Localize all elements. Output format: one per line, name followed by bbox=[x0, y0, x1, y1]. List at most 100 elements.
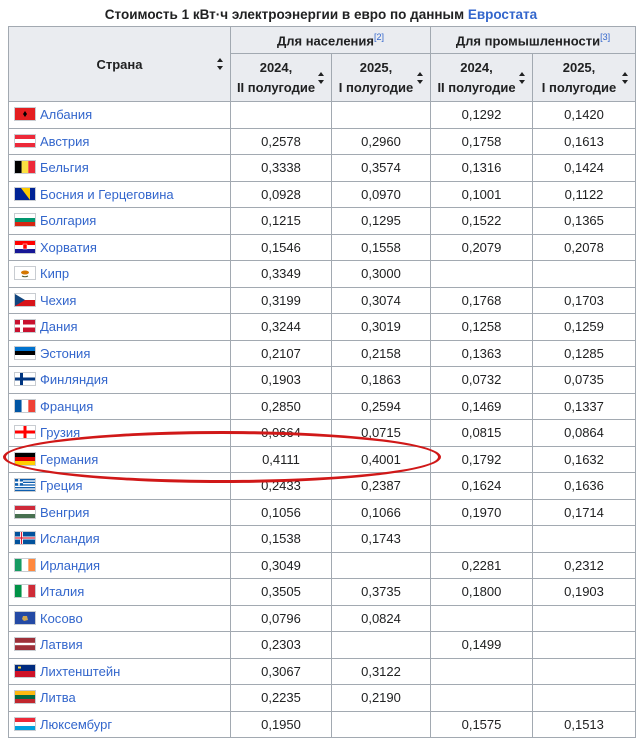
table-row: Франция 0,2850 0,2594 0,1469 0,1337 bbox=[8, 392, 637, 420]
sort-icon[interactable] bbox=[417, 71, 423, 84]
country-link[interactable]: Албания bbox=[40, 107, 92, 122]
country-link[interactable]: Ирландия bbox=[40, 558, 100, 573]
industry-2024-header[interactable]: 2024, II полугодие bbox=[430, 53, 533, 102]
households-2024-cell: 0,4111 bbox=[230, 445, 332, 473]
country-link[interactable]: Кипр bbox=[40, 266, 69, 281]
country-link[interactable]: Литва bbox=[40, 690, 76, 705]
table-row: Хорватия 0,1546 0,1558 0,2079 0,2078 bbox=[8, 233, 637, 261]
sort-icon[interactable] bbox=[217, 58, 223, 70]
country-cell: Косово bbox=[8, 604, 231, 632]
industry-2025-cell: 0,1714 bbox=[531, 498, 637, 526]
country-cell: Венгрия bbox=[8, 498, 231, 526]
households-2025-cell: 0,1558 bbox=[331, 233, 431, 261]
country-link[interactable]: Финляндия bbox=[40, 372, 108, 387]
households-2024-cell: 0,3244 bbox=[230, 313, 332, 341]
country-link[interactable]: Германия bbox=[40, 452, 98, 467]
country-link[interactable]: Косово bbox=[40, 611, 83, 626]
industry-2025-cell: 0,1903 bbox=[531, 578, 637, 606]
country-link[interactable]: Венгрия bbox=[40, 505, 89, 520]
industry-2024-cell: 0,1258 bbox=[430, 313, 533, 341]
households-2024-cell: 0,1903 bbox=[230, 366, 332, 394]
table-row: Эстония 0,2107 0,2158 0,1363 0,1285 bbox=[8, 339, 637, 367]
industry-2024-cell: 0,1292 bbox=[430, 101, 533, 129]
households-2025-cell: 0,3735 bbox=[331, 578, 431, 606]
table-row: Австрия 0,2578 0,2960 0,1758 0,1613 bbox=[8, 127, 637, 155]
country-column-header[interactable]: Страна bbox=[8, 26, 231, 102]
households-2024-cell: 0,2303 bbox=[230, 631, 332, 659]
households-2024-cell: 0,3067 bbox=[230, 657, 332, 685]
country-link[interactable]: Бельгия bbox=[40, 160, 89, 175]
households-2025-cell: 0,0824 bbox=[331, 604, 431, 632]
households-2025-header[interactable]: 2025, I полугодие bbox=[331, 53, 431, 102]
industry-2024-cell bbox=[430, 260, 533, 288]
households-2024-cell: 0,3505 bbox=[230, 578, 332, 606]
country-link[interactable]: Люксембург bbox=[40, 717, 112, 732]
flag-icon-al bbox=[14, 107, 36, 122]
households-2024-header[interactable]: 2024, II полугодие bbox=[230, 53, 332, 102]
sort-icon[interactable] bbox=[318, 71, 324, 84]
industry-2024-cell bbox=[430, 604, 533, 632]
sort-icon[interactable] bbox=[519, 71, 525, 84]
country-link[interactable]: Болгария bbox=[40, 213, 96, 228]
industry-2025-cell: 0,1513 bbox=[531, 710, 637, 738]
industry-2025-header[interactable]: 2025, I полугодие bbox=[531, 53, 637, 102]
country-link[interactable]: Лихтенштейн bbox=[40, 664, 120, 679]
table-row: Германия 0,4111 0,4001 0,1792 0,1632 bbox=[8, 445, 637, 473]
industry-2024-cell: 0,1624 bbox=[430, 472, 533, 500]
flag-icon-fr bbox=[14, 398, 36, 413]
country-link[interactable]: Грузия bbox=[40, 425, 80, 440]
flag-icon-bg bbox=[14, 213, 36, 228]
country-cell: Эстония bbox=[8, 339, 231, 367]
industry-2025-cell: 0,1632 bbox=[531, 445, 637, 473]
industry-2025-cell: 0,2078 bbox=[531, 233, 637, 261]
flag-icon-at bbox=[14, 133, 36, 148]
flag-icon-de bbox=[14, 451, 36, 466]
country-cell: Финляндия bbox=[8, 366, 231, 394]
sort-icon[interactable] bbox=[622, 71, 629, 84]
industry-2025-cell bbox=[531, 260, 637, 288]
industry-2025-cell bbox=[531, 631, 637, 659]
country-link[interactable]: Исландия bbox=[40, 531, 100, 546]
country-link[interactable]: Чехия bbox=[40, 293, 76, 308]
country-link[interactable]: Греция bbox=[40, 478, 83, 493]
table-row: Ирландия 0,3049 0,2281 0,2312 bbox=[8, 551, 637, 579]
households-2024-cell: 0,3049 bbox=[230, 551, 332, 579]
table-row: Исландия 0,1538 0,1743 bbox=[8, 525, 637, 553]
table-row: Люксембург 0,1950 0,1575 0,1513 bbox=[8, 710, 637, 738]
households-2024-cell: 0,1546 bbox=[230, 233, 332, 261]
country-link[interactable]: Австрия bbox=[40, 134, 89, 149]
households-2024-cell: 0,3199 bbox=[230, 286, 332, 314]
households-2025-cell: 0,0715 bbox=[331, 419, 431, 447]
country-link[interactable]: Хорватия bbox=[40, 240, 97, 255]
reference-3-link[interactable]: [3] bbox=[600, 32, 610, 42]
country-link[interactable]: Босния и Герцеговина bbox=[40, 187, 174, 202]
country-link[interactable]: Латвия bbox=[40, 637, 83, 652]
households-2024-cell: 0,3338 bbox=[230, 154, 332, 182]
country-link[interactable]: Италия bbox=[40, 584, 84, 599]
reference-2-link[interactable]: [2] bbox=[374, 32, 384, 42]
industry-2024-cell bbox=[430, 684, 533, 712]
flag-icon-lt bbox=[14, 690, 36, 705]
households-2025-cell: 0,3000 bbox=[331, 260, 431, 288]
country-link[interactable]: Эстония bbox=[40, 346, 90, 361]
country-cell: Лихтенштейн bbox=[8, 657, 231, 685]
industry-2025-cell: 0,1365 bbox=[531, 207, 637, 235]
industry-2024-cell: 0,2079 bbox=[430, 233, 533, 261]
households-2024-cell: 0,0796 bbox=[230, 604, 332, 632]
households-2025-cell: 0,2190 bbox=[331, 684, 431, 712]
households-2025-cell: 0,0970 bbox=[331, 180, 431, 208]
table-row: Италия 0,3505 0,3735 0,1800 0,1903 bbox=[8, 578, 637, 606]
industry-2024-cell: 0,1363 bbox=[430, 339, 533, 367]
country-cell: Люксембург bbox=[8, 710, 231, 738]
table-row: Лихтенштейн 0,3067 0,3122 bbox=[8, 657, 637, 685]
industry-2025-cell: 0,1122 bbox=[531, 180, 637, 208]
eurostat-link[interactable]: Евростата bbox=[468, 7, 537, 22]
table-row: Грузия 0,0664 0,0715 0,0815 0,0864 bbox=[8, 419, 637, 447]
industry-2024-cell: 0,0815 bbox=[430, 419, 533, 447]
industry-2024-cell: 0,1758 bbox=[430, 127, 533, 155]
industry-2024-cell: 0,1001 bbox=[430, 180, 533, 208]
country-link[interactable]: Франция bbox=[40, 399, 93, 414]
table-row: Кипр 0,3349 0,3000 bbox=[8, 260, 637, 288]
households-2025-cell bbox=[331, 631, 431, 659]
country-link[interactable]: Дания bbox=[40, 319, 78, 334]
